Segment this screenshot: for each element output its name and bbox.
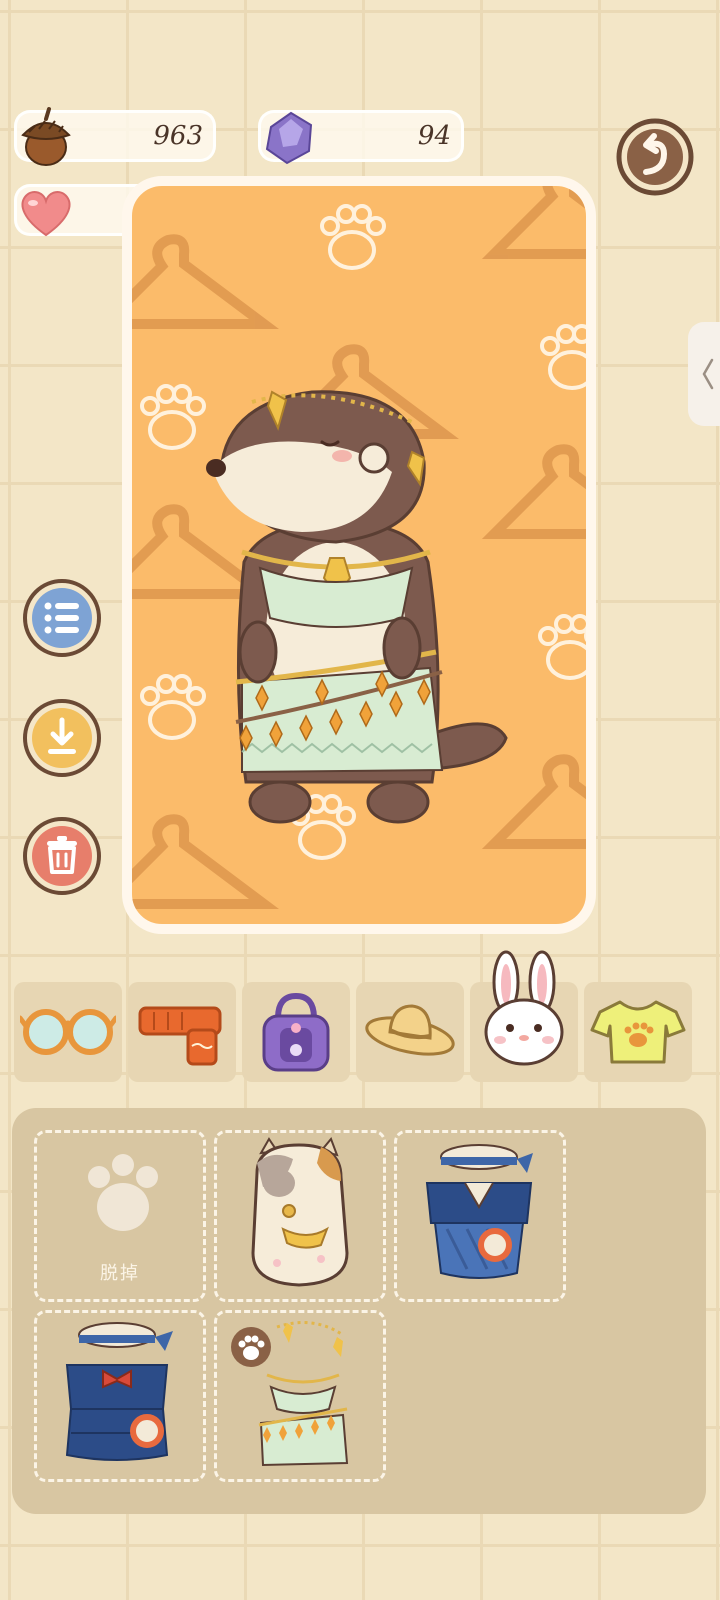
outfit-item-sailor-red-bow[interactable] <box>34 1310 206 1482</box>
outfit-item-remove[interactable]: 脱掉 <box>34 1130 206 1302</box>
character-preview <box>122 176 596 934</box>
tab-glasses[interactable] <box>14 982 122 1082</box>
tab-bag[interactable] <box>242 982 350 1082</box>
scarf-icon <box>138 1006 222 1066</box>
tshirt-icon <box>590 1000 686 1064</box>
outfit-list-button[interactable] <box>22 578 102 658</box>
straw-hat-icon <box>365 1004 455 1056</box>
acorn-count: 963 <box>153 121 203 151</box>
handbag-icon <box>262 992 330 1072</box>
delete-button[interactable] <box>22 816 102 896</box>
paw-icon <box>88 1154 158 1231</box>
download-icon <box>23 699 101 777</box>
remove-outfit-label: 脱掉 <box>100 1263 140 1284</box>
category-tabs <box>14 950 714 1084</box>
tab-clothes[interactable] <box>584 982 692 1082</box>
gem-count: 94 <box>417 121 451 151</box>
glasses-icon <box>20 1009 116 1055</box>
equipped-paw-badge <box>231 1327 271 1367</box>
trash-icon <box>23 817 101 895</box>
bunny-icon <box>484 950 564 1066</box>
outfit-item-calico-cat[interactable] <box>214 1130 386 1302</box>
curved-back-arrow-icon <box>616 118 694 196</box>
acorn-counter: 963 <box>14 107 216 166</box>
outfit-panel: 脱掉 <box>12 1108 706 1514</box>
heart-icon <box>21 191 71 237</box>
chevron-left-icon <box>702 358 714 390</box>
otter-character <box>206 390 508 824</box>
save-outfit-button[interactable] <box>22 698 102 778</box>
outfit-item-sailor-blue[interactable] <box>394 1130 566 1302</box>
outfit-item-golden-dancer[interactable] <box>214 1310 386 1482</box>
gem-counter: 94 <box>258 110 464 165</box>
sailor-bow-outfit-thumbnail <box>65 1322 173 1461</box>
tab-ears-selected[interactable] <box>470 950 578 1082</box>
purple-gem-icon <box>265 111 313 165</box>
calico-cat-costume-thumbnail <box>251 1137 349 1287</box>
side-drawer-tab[interactable] <box>688 322 720 426</box>
back-button[interactable] <box>616 118 694 196</box>
tab-scarf[interactable] <box>128 982 236 1082</box>
sailor-outfit-thumbnail <box>425 1144 533 1279</box>
list-icon <box>23 579 101 657</box>
tab-hat[interactable] <box>356 982 464 1082</box>
acorn-icon <box>21 107 71 166</box>
dancer-outfit-thumbnail <box>231 1321 349 1467</box>
